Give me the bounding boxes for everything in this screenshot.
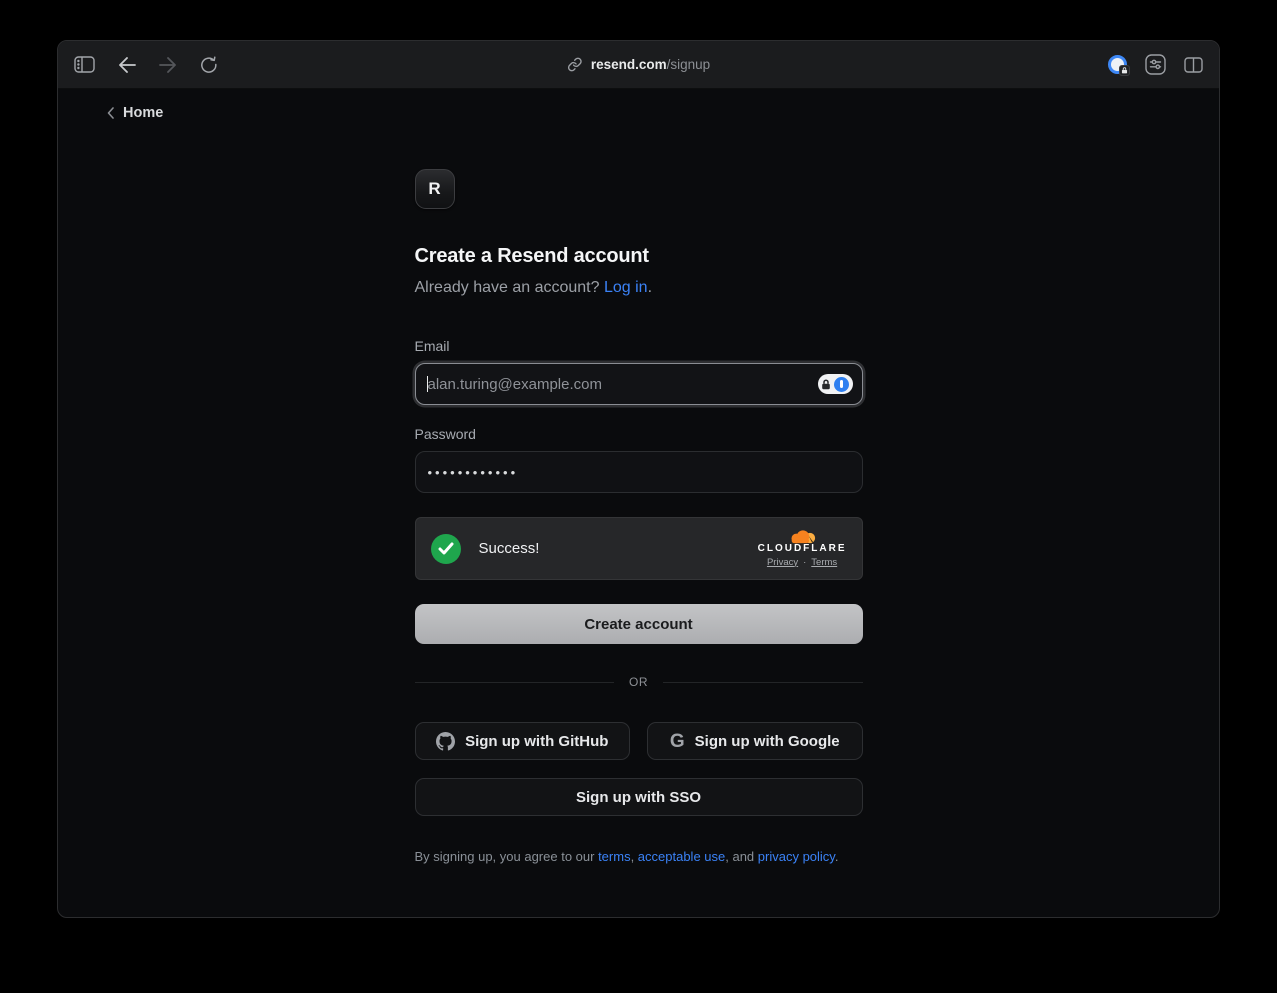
forward-icon[interactable] (159, 57, 177, 73)
or-label: OR (629, 675, 648, 689)
page-settings-icon[interactable] (1145, 54, 1166, 75)
signup-google-button[interactable]: G Sign up with Google (647, 722, 863, 760)
success-check-icon (431, 534, 461, 564)
google-button-label: Sign up with Google (695, 733, 840, 750)
url-host: resend.com (591, 57, 667, 72)
url-text: resend.com/signup (591, 57, 710, 72)
privacy-policy-link[interactable]: privacy policy (758, 849, 835, 864)
google-icon: G (670, 732, 685, 751)
onepassword-fill-button[interactable] (818, 374, 853, 394)
browser-toolbar: resend.com/signup (58, 41, 1219, 89)
text-caret (427, 376, 429, 392)
address-bar[interactable]: resend.com/signup (567, 41, 710, 88)
terms-link[interactable]: terms (598, 849, 631, 864)
url-path: /signup (667, 57, 711, 72)
home-link-label: Home (123, 105, 163, 121)
lock-badge-icon (1119, 65, 1130, 76)
cloudflare-brand: CLOUDFLARE Privacy · Terms (758, 530, 847, 568)
logo-letter: R (428, 179, 440, 199)
github-button-label: Sign up with GitHub (465, 733, 608, 750)
login-prompt-text: Already have an account? (415, 279, 604, 296)
login-link[interactable]: Log in (604, 279, 648, 296)
signup-github-button[interactable]: Sign up with GitHub (415, 722, 631, 760)
link-icon (567, 57, 582, 72)
reload-icon[interactable] (200, 55, 218, 74)
email-label: Email (415, 338, 863, 354)
cloudflare-turnstile-widget: Success! CLOUDFLARE Privacy · Terms (415, 517, 863, 580)
sso-button-label: Sign up with SSO (576, 789, 701, 806)
chevron-left-icon (107, 107, 114, 119)
cloudflare-wordmark: CLOUDFLARE (758, 543, 847, 554)
sidebar-toggle-icon[interactable] (74, 56, 95, 73)
onepassword-icon (834, 377, 849, 392)
lock-icon (821, 379, 831, 390)
cloudflare-terms-link[interactable]: Terms (811, 557, 837, 568)
password-label: Password (415, 426, 863, 442)
email-field[interactable] (415, 363, 863, 405)
page-title: Create a Resend account (415, 245, 863, 268)
resend-logo: R (415, 169, 455, 209)
browser-window: resend.com/signup (57, 40, 1220, 918)
home-back-link[interactable]: Home (107, 105, 163, 121)
signup-sso-button[interactable]: Sign up with SSO (415, 778, 863, 816)
back-icon[interactable] (118, 57, 136, 73)
password-field[interactable] (415, 451, 863, 493)
turnstile-status: Success! (479, 540, 540, 557)
legal-note: By signing up, you agree to our terms, a… (415, 849, 863, 864)
github-icon (436, 732, 455, 751)
cloudflare-privacy-link[interactable]: Privacy (767, 557, 798, 568)
acceptable-use-link[interactable]: acceptable use (638, 849, 725, 864)
page-content: Home R Create a Resend account Already h… (58, 89, 1219, 917)
split-view-icon[interactable] (1184, 57, 1203, 73)
onepassword-extension-icon[interactable] (1108, 55, 1127, 74)
login-prompt: Already have an account? Log in. (415, 279, 863, 297)
create-account-button[interactable]: Create account (415, 604, 863, 644)
or-divider: OR (415, 675, 863, 689)
